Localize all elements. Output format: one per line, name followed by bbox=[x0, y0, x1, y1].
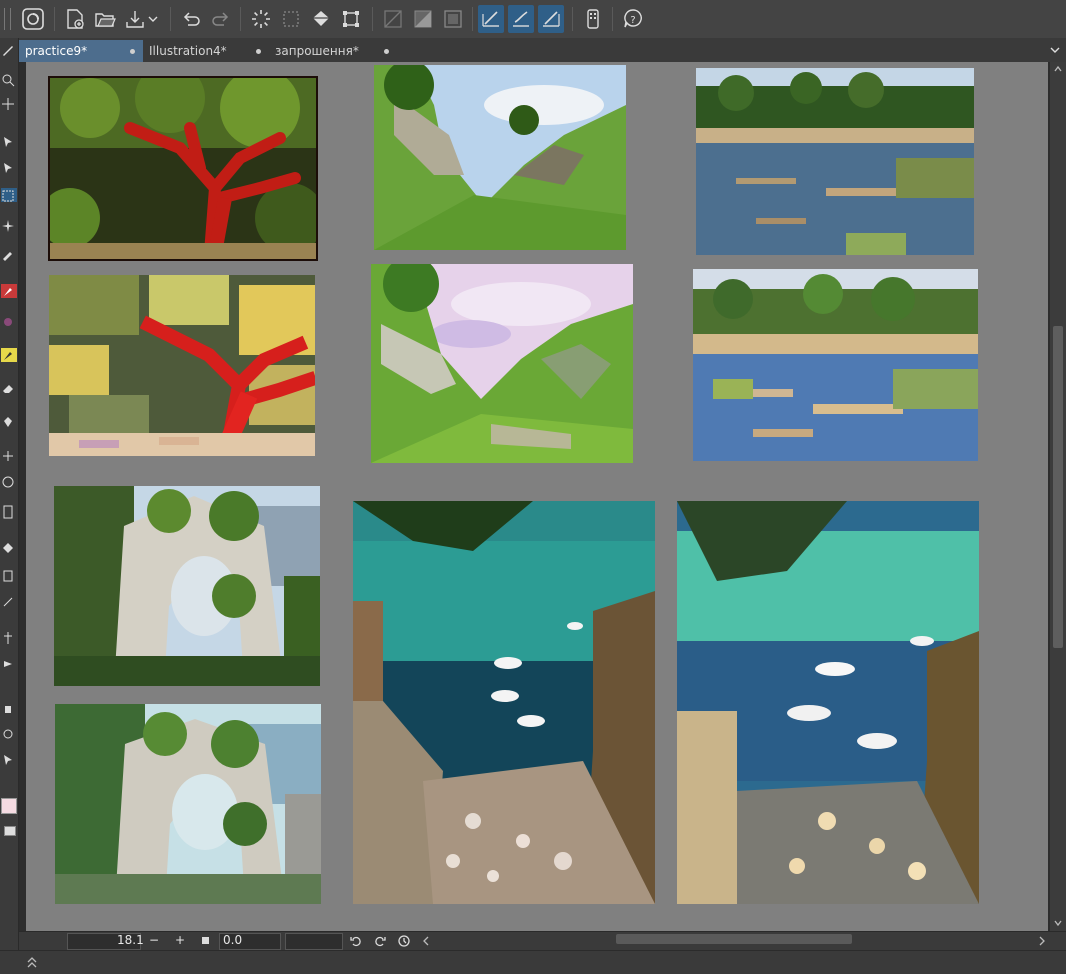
status-bar: 18.1 − + 0.0 bbox=[19, 931, 1066, 950]
valley-photo bbox=[374, 65, 626, 250]
footer-bar bbox=[0, 950, 1066, 974]
tool-palette bbox=[0, 38, 19, 950]
main-toolbar: ? bbox=[0, 0, 1066, 39]
rotate-tool-icon[interactable] bbox=[1, 726, 17, 740]
tree-study-painting bbox=[49, 275, 315, 456]
gradient-tool-icon[interactable] bbox=[1, 448, 17, 462]
marquee-tool-icon[interactable] bbox=[1, 188, 17, 202]
hand-tool-icon[interactable] bbox=[1, 700, 17, 714]
snap-grid-icon[interactable] bbox=[538, 5, 564, 33]
scroll-down-icon[interactable] bbox=[1053, 918, 1063, 928]
valley-study-painting bbox=[371, 264, 633, 463]
rotation-slider[interactable] bbox=[285, 933, 343, 950]
clear-selection-icon[interactable] bbox=[380, 5, 406, 33]
arch-study-painting bbox=[55, 704, 321, 904]
fill-tool-icon[interactable] bbox=[1, 414, 17, 428]
scroll-up-icon[interactable] bbox=[1053, 64, 1063, 74]
river-photo bbox=[696, 68, 974, 255]
toolbar-grip[interactable] bbox=[4, 8, 11, 30]
open-file-icon[interactable] bbox=[92, 5, 118, 33]
horizontal-scroll-thumb[interactable] bbox=[616, 934, 852, 944]
close-dot-icon[interactable] bbox=[256, 49, 261, 54]
tab-practice9[interactable]: practice9* bbox=[19, 40, 143, 62]
sub-color-swatch[interactable] bbox=[4, 826, 16, 836]
figure-tool-icon[interactable] bbox=[1, 474, 17, 488]
swans-photo bbox=[353, 501, 655, 904]
main-color-swatch[interactable] bbox=[1, 798, 17, 814]
brush-tool-icon[interactable] bbox=[1, 284, 17, 298]
help-icon[interactable]: ? bbox=[620, 5, 646, 33]
transform-icon[interactable] bbox=[338, 5, 364, 33]
document-tabs: practice9* Illustration4* запрошення* bbox=[19, 38, 1066, 62]
fill-icon[interactable] bbox=[308, 5, 334, 33]
border-icon[interactable] bbox=[440, 5, 466, 33]
selection-icon[interactable] bbox=[278, 5, 304, 33]
blend-tool-icon[interactable] bbox=[1, 656, 17, 670]
arch-photo bbox=[54, 486, 320, 686]
tab-zaproshennia[interactable]: запрошення* bbox=[269, 40, 397, 62]
eyedropper-tool-icon[interactable] bbox=[1, 246, 17, 261]
snap-special-ruler-icon[interactable] bbox=[508, 5, 534, 33]
save-file-icon[interactable] bbox=[122, 5, 148, 33]
zoom-out-button[interactable]: − bbox=[149, 933, 159, 947]
swans-study-painting bbox=[677, 501, 979, 904]
pointer-tool-icon[interactable] bbox=[1, 752, 17, 766]
line-correct-tool-icon[interactable] bbox=[1, 630, 17, 644]
frame-tool-icon[interactable] bbox=[1, 504, 17, 519]
tab-illustration4[interactable]: Illustration4* bbox=[143, 40, 269, 62]
rotate-left-icon[interactable] bbox=[349, 934, 363, 948]
eraser-tool-icon[interactable] bbox=[1, 380, 17, 394]
balloon-tool-icon[interactable] bbox=[1, 594, 17, 608]
move-tool-icon[interactable] bbox=[1, 96, 17, 110]
reset-rotation-icon[interactable] bbox=[397, 934, 411, 948]
rotation-value: 0.0 bbox=[223, 933, 243, 947]
new-file-icon[interactable] bbox=[62, 5, 88, 33]
river-study-painting bbox=[693, 269, 978, 461]
dropdown-icon[interactable] bbox=[146, 5, 160, 33]
fit-stop-icon[interactable] bbox=[202, 937, 209, 944]
scroll-right-icon[interactable] bbox=[1037, 935, 1047, 947]
grey-tone-icon[interactable] bbox=[410, 5, 436, 33]
decoration-tool-icon[interactable] bbox=[1, 348, 17, 362]
text-tool-icon[interactable] bbox=[1, 568, 17, 582]
expand-up-icon[interactable] bbox=[26, 955, 38, 969]
zoom-value: 18.1 bbox=[117, 933, 144, 947]
snap-ruler-icon[interactable] bbox=[478, 5, 504, 33]
airbrush-tool-icon[interactable] bbox=[1, 314, 17, 328]
pen-tool-icon[interactable] bbox=[1, 42, 17, 56]
redo-icon[interactable] bbox=[208, 5, 234, 33]
selection-tool-icon[interactable] bbox=[1, 160, 17, 174]
tree-photo bbox=[48, 76, 318, 261]
app-logo-icon[interactable] bbox=[20, 5, 46, 33]
zoom-tool-icon[interactable] bbox=[1, 72, 17, 87]
vertical-scroll-thumb[interactable] bbox=[1053, 326, 1063, 648]
zoom-in-button[interactable]: + bbox=[175, 933, 185, 947]
auto-select-tool-icon[interactable] bbox=[1, 218, 17, 232]
close-dot-icon[interactable] bbox=[130, 49, 135, 54]
close-dot-icon[interactable] bbox=[384, 49, 389, 54]
chevron-down-icon[interactable] bbox=[1048, 42, 1062, 56]
operation-tool-icon[interactable] bbox=[1, 134, 17, 148]
scroll-left-icon[interactable] bbox=[421, 935, 431, 947]
ruler-tool-icon[interactable] bbox=[1, 540, 17, 554]
svg-text:?: ? bbox=[630, 15, 635, 26]
canvas[interactable] bbox=[26, 62, 1048, 931]
rotate-right-icon[interactable] bbox=[373, 934, 387, 948]
device-icon[interactable] bbox=[580, 5, 606, 33]
loading-icon[interactable] bbox=[248, 5, 274, 33]
undo-icon[interactable] bbox=[178, 5, 204, 33]
